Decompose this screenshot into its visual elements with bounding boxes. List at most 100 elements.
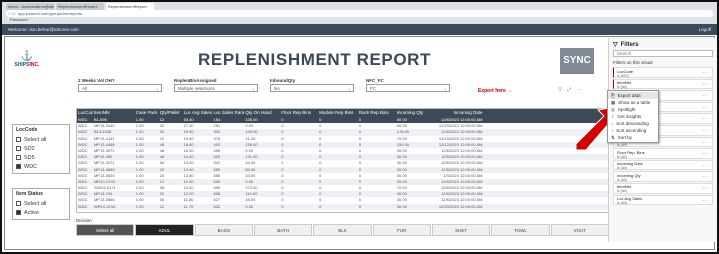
browser-tab[interactable]: Inbox - dorohshafron@altronix.co xyxy=(6,3,54,10)
filter-card-chevron-icon[interactable]: ⌄ ◌ xyxy=(702,185,709,190)
filter-card-chevron-icon[interactable]: ⌄ ◌ xyxy=(702,92,709,97)
filter-card-value: is WDC xyxy=(617,73,630,78)
division-button[interactable]: SHET xyxy=(431,224,491,236)
filter-card[interactable]: Incoming Date is (All) ⌄ ◌ xyxy=(613,159,713,171)
division-button[interactable]: BAGS xyxy=(194,224,253,236)
ships-logo-icon: ⚓ xyxy=(20,51,34,62)
menu-item-label: Sort ascending xyxy=(616,128,647,133)
division-button[interactable]: TOWL xyxy=(491,224,550,236)
division-button[interactable]: VOUT xyxy=(550,224,609,236)
column-header[interactable]: LocCode xyxy=(77,109,93,117)
column-header[interactable]: Incoming Qty xyxy=(396,109,432,117)
column-header[interactable]: ItemNbr xyxy=(93,109,135,117)
sync-logo: SYNC xyxy=(560,48,594,74)
column-header[interactable]: Rack Rep Bins xyxy=(358,109,396,117)
item-status-label: Item Status xyxy=(16,191,43,197)
filter-card-chevron-icon[interactable]: ⌄ ◌ xyxy=(702,139,709,144)
filter-card-chevron-icon[interactable]: ⌄ ◌ xyxy=(702,197,709,202)
filter-card-chevron-icon[interactable]: ⌄ ◌ xyxy=(702,69,709,74)
welcome-text: Welcome: don.behar@athome.com xyxy=(8,27,79,32)
filter-card-chevron-icon[interactable]: ⌄ ◌ xyxy=(702,81,709,86)
tab-strip: Inbox - dorohshafron@altronix.co Repleni… xyxy=(2,2,717,10)
context-menu-item[interactable]: ↑ Sort ascending xyxy=(608,127,658,134)
replenishment-table[interactable]: LocCodeItemNbrCase PackQty/PalletLoc Avg… xyxy=(76,108,609,213)
division-button[interactable]: BLK xyxy=(313,224,372,236)
filter-card-chevron-icon[interactable]: ⌄ ◌ xyxy=(702,104,709,109)
visual-header-icons[interactable]: ▽ ⤢ ⋯ xyxy=(558,87,584,93)
column-header[interactable]: Case Pack xyxy=(135,109,159,117)
loccode-option[interactable]: SD2 xyxy=(16,144,66,153)
context-menu-item[interactable]: ↓ Sort descending xyxy=(608,120,658,127)
filter-card[interactable]: LocCode is WDC ⌄ ◌ xyxy=(613,67,713,78)
column-header[interactable]: Qty/Pallet xyxy=(159,109,183,117)
table-cell: WR10-2194 xyxy=(93,203,116,209)
column-header[interactable]: Module Rep Bins xyxy=(318,109,358,117)
filter-card-chevron-icon[interactable]: ⌄ ◌ xyxy=(702,115,709,120)
filters-search-input[interactable]: Search xyxy=(613,50,713,57)
loccode-option[interactable]: Select all xyxy=(16,135,66,144)
checkbox-icon[interactable] xyxy=(16,155,21,160)
slicer-inbound-qty[interactable]: InboundQty No ⌄ xyxy=(270,78,354,92)
slicer-replen-bin[interactable]: ReplenBinAssigned Multiple selections ⌄ xyxy=(174,78,258,92)
slicer-dropdown[interactable]: All ⌄ xyxy=(78,84,162,92)
browser-tab[interactable]: ReplenishmentReport xyxy=(56,3,104,10)
logout-link[interactable]: Logoff xyxy=(699,27,711,32)
checkbox-icon[interactable] xyxy=(16,201,21,206)
context-menu-item[interactable]: ♀ Get insights xyxy=(608,113,658,120)
table-cell: 12 xyxy=(159,203,165,209)
context-menu-item[interactable]: ⇅ Sort by xyxy=(608,134,658,141)
slicer-2-weeks-vol[interactable]: 2 Weeks Vol OH? All ⌄ xyxy=(78,78,162,92)
item-status-slicer: Item Status Select all Active xyxy=(12,188,70,220)
column-header[interactable]: Loc Sales Rank xyxy=(212,109,244,117)
checkbox-icon[interactable] xyxy=(16,137,21,142)
menu-item-label: Spotlight xyxy=(617,107,636,112)
filter-card-chevron-icon[interactable]: ⌄ ◌ xyxy=(702,150,709,155)
filter-card-value: is (All) xyxy=(617,85,627,90)
slicer-nfc-fc[interactable]: NFC_FC FC ⌄ xyxy=(366,78,450,92)
division-slicer: Division Select all ADUL BAGS BATH BLK FUR SHE… xyxy=(76,218,609,242)
division-button[interactable]: ADUL xyxy=(135,224,194,236)
export-here-note: Export here → xyxy=(478,88,513,94)
checkbox-checked-icon[interactable] xyxy=(16,210,21,215)
item-status-option[interactable]: Select all xyxy=(16,199,66,208)
column-header[interactable]: Qty On Hand xyxy=(244,109,280,117)
division-button[interactable]: FUR xyxy=(372,224,431,236)
division-button[interactable]: Select all xyxy=(76,224,135,236)
table-cell: 1.00 xyxy=(135,203,144,209)
table-cell: 30.00 xyxy=(396,203,407,209)
context-menu-item[interactable]: ▦ Show as a table xyxy=(608,99,658,106)
nav-buttons[interactable]: ‹ › C xyxy=(8,10,16,17)
report-canvas: ⚓ SHIPSINC. REPLENISHMENT REPORT SYNC 2 … xyxy=(8,38,609,243)
filter-card[interactable]: Floor Rep. Bins is (All) ⌄ ◌ xyxy=(613,148,713,159)
filter-card-value: is (All) xyxy=(617,143,627,148)
slicer-dropdown[interactable]: Multiple selections ⌄ xyxy=(174,84,258,92)
filter-card-chevron-icon[interactable]: ⌄ ◌ xyxy=(702,173,709,178)
column-header[interactable]: Loc Avg Sales xyxy=(183,109,213,117)
context-menu-item[interactable]: ◎ Spotlight xyxy=(608,106,658,113)
checkbox-checked-icon[interactable] xyxy=(16,164,21,169)
loccode-option[interactable]: SD5 xyxy=(16,153,66,162)
filter-card-chevron-icon[interactable]: ⌄ ◌ xyxy=(702,127,709,132)
address-bar[interactable]: ‹ › C app.powerbi.com/groups/me/reports xyxy=(6,10,713,17)
filter-card[interactable]: ItemNbr is (All) ⌄ ◌ xyxy=(613,182,713,194)
slicer-dropdown[interactable]: FC ⌄ xyxy=(366,84,450,92)
bookmarks-bar[interactable]: Password xyxy=(2,17,717,23)
column-header[interactable]: Incoming Date xyxy=(432,109,486,117)
filter-card-value: is (All) xyxy=(617,154,627,159)
loccode-slicer: LocCode Select all SD2 SD5 WDC xyxy=(12,124,70,174)
slicer-dropdown[interactable]: No ⌄ xyxy=(270,84,354,92)
item-status-option[interactable]: Active xyxy=(16,208,66,217)
checkbox-icon[interactable] xyxy=(16,146,21,151)
table-row[interactable]: WDC WR10-2194 1.00 12 11.70 632 0.00 0 0 0 30.00 12… xyxy=(77,203,608,210)
filter-card[interactable]: Loc Avg Sales is (All) ⌄ ◌ xyxy=(613,194,713,206)
filter-card[interactable]: Incoming Qty is (All) ⌄ ◌ xyxy=(613,171,713,182)
context-menu-item[interactable]: ⎘ Export data xyxy=(608,92,658,99)
table-body: WDC B1-895 1.00 12 53.30 154 105.00 0 0 0 80.00 12/… xyxy=(77,117,608,210)
filter-card-chevron-icon[interactable]: ⌄ ◌ xyxy=(702,162,709,167)
browser-tab-active[interactable]: ReplenishmentReport xyxy=(106,3,154,10)
column-header[interactable]: Floor Rep Bins xyxy=(280,109,318,117)
filter-card[interactable]: ItemNbr is (All) ⌄ ◌ xyxy=(613,78,713,90)
menu-item-label: Export data xyxy=(617,93,641,98)
loccode-option[interactable]: WDC xyxy=(16,162,66,171)
division-button[interactable]: BATH xyxy=(253,224,313,236)
